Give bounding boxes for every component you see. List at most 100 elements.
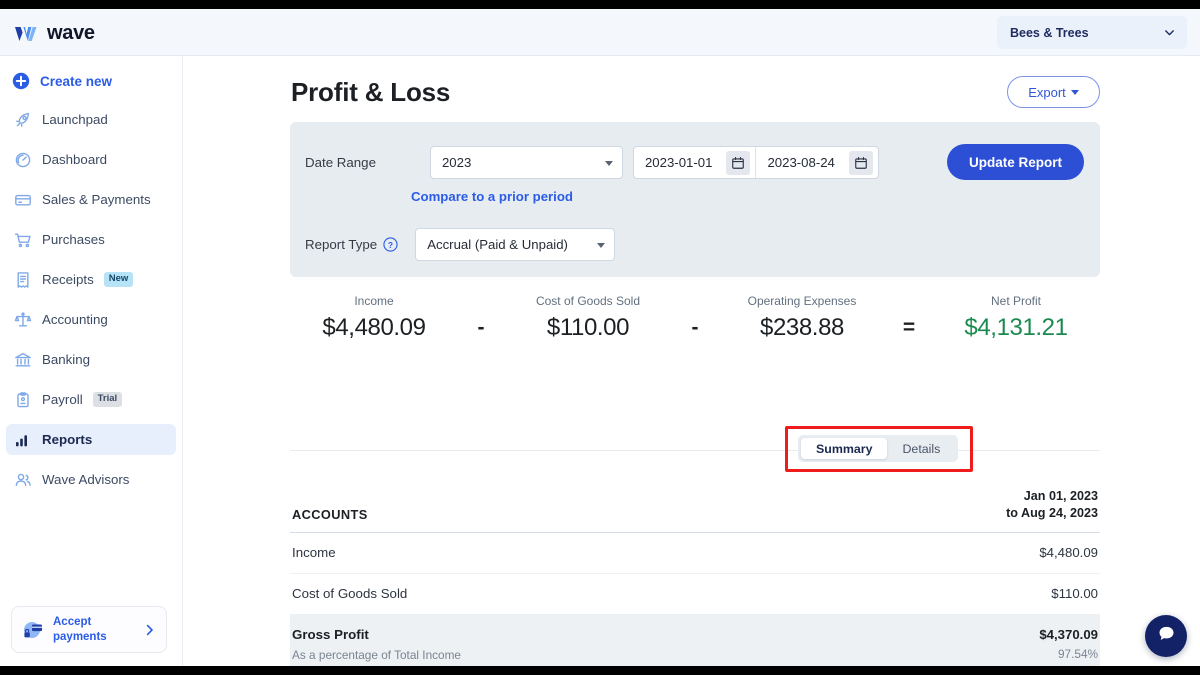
column-header-accounts: ACCOUNTS [292, 506, 368, 522]
kpi-value-net-profit: $4,131.21 [964, 314, 1068, 341]
kpi-label: Income [354, 294, 394, 308]
report-type-value: Accrual (Paid & Unpaid) [427, 237, 568, 252]
rocket-icon [14, 111, 32, 129]
sidebar-item-payroll[interactable]: Payroll Trial [6, 384, 176, 415]
business-selector[interactable]: Bees & Trees [997, 16, 1187, 49]
accept-payments-line1: Accept [53, 616, 92, 629]
row-account-group: Gross Profit As a percentage of Total In… [292, 626, 461, 662]
chat-support-button[interactable] [1145, 615, 1187, 657]
tab-summary[interactable]: Summary [801, 438, 888, 459]
compare-prior-period-link[interactable]: Compare to a prior period [411, 189, 573, 204]
report-type-row: Report Type ? Accrual (Paid & Unpaid) [305, 228, 616, 261]
view-mode-tabs: Summary Details [798, 435, 959, 462]
kpi-value-operating-expenses: $238.88 [760, 314, 844, 341]
receipt-icon [14, 271, 32, 289]
scales-icon [14, 311, 32, 329]
end-date-input[interactable]: 2023-08-24 [756, 147, 877, 178]
kpi-value-cell: $238.88 [718, 314, 886, 342]
bank-icon [14, 351, 32, 369]
wave-logo[interactable]: wave [13, 22, 95, 45]
row-amount: $110.00 [1051, 585, 1098, 601]
kpi-label: Cost of Goods Sold [535, 294, 641, 308]
kpi-values-row: $4,480.09 - $110.00 - $238.88 = $4,131.2… [290, 314, 1100, 342]
browser-chrome-bottom [0, 666, 1200, 675]
kpi-operator-symbol: - [691, 316, 699, 339]
create-new-label: Create new [40, 73, 113, 89]
row-account-name: Income [292, 544, 336, 560]
kpi-labels-row: Income Cost of Goods Sold Operating Expe… [290, 292, 1100, 310]
row-amount-subtext: 97.54% [1057, 647, 1098, 662]
sidebar-item-dashboard[interactable]: Dashboard [6, 144, 176, 175]
users-icon [14, 471, 32, 489]
sidebar-item-wave-advisors[interactable]: Wave Advisors [6, 464, 176, 495]
kpi-operator: - [672, 316, 718, 340]
wave-logo-text: wave [47, 22, 95, 44]
kpi-operator-symbol: = [902, 316, 916, 339]
kpi-label-cell: Operating Expenses [718, 292, 886, 310]
sidebar-item-accounting[interactable]: Accounting [6, 304, 176, 335]
kpi-label-cell: Cost of Goods Sold [504, 292, 672, 310]
update-report-button[interactable]: Update Report [946, 144, 1084, 180]
report-type-label: Report Type [305, 237, 378, 252]
payments-icon [21, 618, 45, 642]
svg-text:?: ? [388, 240, 393, 250]
sidebar-item-banking[interactable]: Banking [6, 344, 176, 375]
table-row[interactable]: Cost of Goods Sold $110.00 [290, 574, 1100, 615]
kpi-value-cell: $110.00 [504, 314, 672, 342]
question-circle-icon[interactable]: ? [383, 237, 398, 252]
profit-loss-table: ACCOUNTS Jan 01, 2023 to Aug 24, 2023 In… [290, 488, 1100, 666]
sidebar-item-sales-payments[interactable]: Sales & Payments [6, 184, 176, 215]
table-header: ACCOUNTS Jan 01, 2023 to Aug 24, 2023 [290, 488, 1100, 533]
row-amount: $4,370.09 [1039, 626, 1098, 642]
shopping-cart-icon [14, 231, 32, 249]
kpi-label-cell: Net Profit [932, 292, 1100, 310]
calendar-icon[interactable] [848, 150, 873, 175]
chevron-right-icon [145, 623, 155, 637]
date-range-row: Date Range 2023 2023-01-01 2023-08-24 [305, 146, 879, 179]
column-header-period-line2: to Aug 24, 2023 [1006, 506, 1098, 521]
tab-details[interactable]: Details [887, 438, 955, 459]
sidebar-item-label: Reports [42, 432, 93, 447]
sidebar-item-label: Dashboard [42, 152, 108, 167]
accept-payments-label: Accept payments [53, 615, 107, 644]
sidebar-item-label: Launchpad [42, 112, 108, 127]
main-content: Profit & Loss Export Date Range 2023 202… [183, 56, 1200, 666]
chevron-down-icon [1163, 26, 1176, 39]
status-badge-trial: Trial [92, 392, 123, 407]
date-range-label: Date Range [305, 155, 376, 170]
credit-card-icon [14, 191, 32, 209]
row-account-name: Cost of Goods Sold [292, 585, 408, 601]
kpi-label: Operating Expenses [747, 294, 857, 308]
sidebar-item-purchases[interactable]: Purchases [6, 224, 176, 255]
gauge-icon [14, 151, 32, 169]
date-range-preset-value: 2023 [441, 155, 472, 170]
sidebar-item-reports[interactable]: Reports [6, 424, 176, 455]
clipboard-icon [14, 391, 32, 409]
calendar-icon[interactable] [726, 150, 751, 175]
export-button[interactable]: Export [1007, 76, 1100, 108]
report-filters-panel: Date Range 2023 2023-01-01 2023-08-24 Co… [290, 122, 1100, 277]
chevron-down-icon [604, 161, 613, 166]
create-new-button[interactable]: Create new [12, 72, 182, 90]
row-account-subtext: As a percentage of Total Income [292, 647, 461, 662]
date-range-preset-select[interactable]: 2023 [429, 146, 623, 179]
sidebar-item-receipts[interactable]: Receipts New [6, 264, 176, 295]
browser-chrome-top [0, 0, 1200, 9]
kpi-value-cell: $4,131.21 [932, 314, 1100, 342]
accept-payments-card[interactable]: Accept payments [11, 606, 167, 653]
table-row[interactable]: Income $4,480.09 [290, 533, 1100, 574]
sidebar-item-label: Sales & Payments [42, 192, 151, 207]
table-row-gross-profit[interactable]: Gross Profit As a percentage of Total In… [290, 614, 1100, 666]
sidebar-item-launchpad[interactable]: Launchpad [6, 104, 176, 135]
wave-app: wave Bees & Trees Create new Launchpad D… [0, 9, 1200, 666]
kpi-value-cell: $4,480.09 [290, 314, 458, 342]
sidebar-item-label: Accounting [42, 312, 108, 327]
wave-logo-icon [13, 24, 39, 44]
sidebar-item-label: Wave Advisors [42, 472, 130, 487]
sidebar: Create new Launchpad Dashboard Sales & P… [0, 56, 183, 666]
column-header-period: Jan 01, 2023 to Aug 24, 2023 [1006, 488, 1098, 523]
chevron-down-icon [597, 243, 606, 248]
report-type-select[interactable]: Accrual (Paid & Unpaid) [415, 228, 616, 261]
business-name: Bees & Trees [1010, 25, 1089, 40]
start-date-input[interactable]: 2023-01-01 [634, 147, 755, 178]
